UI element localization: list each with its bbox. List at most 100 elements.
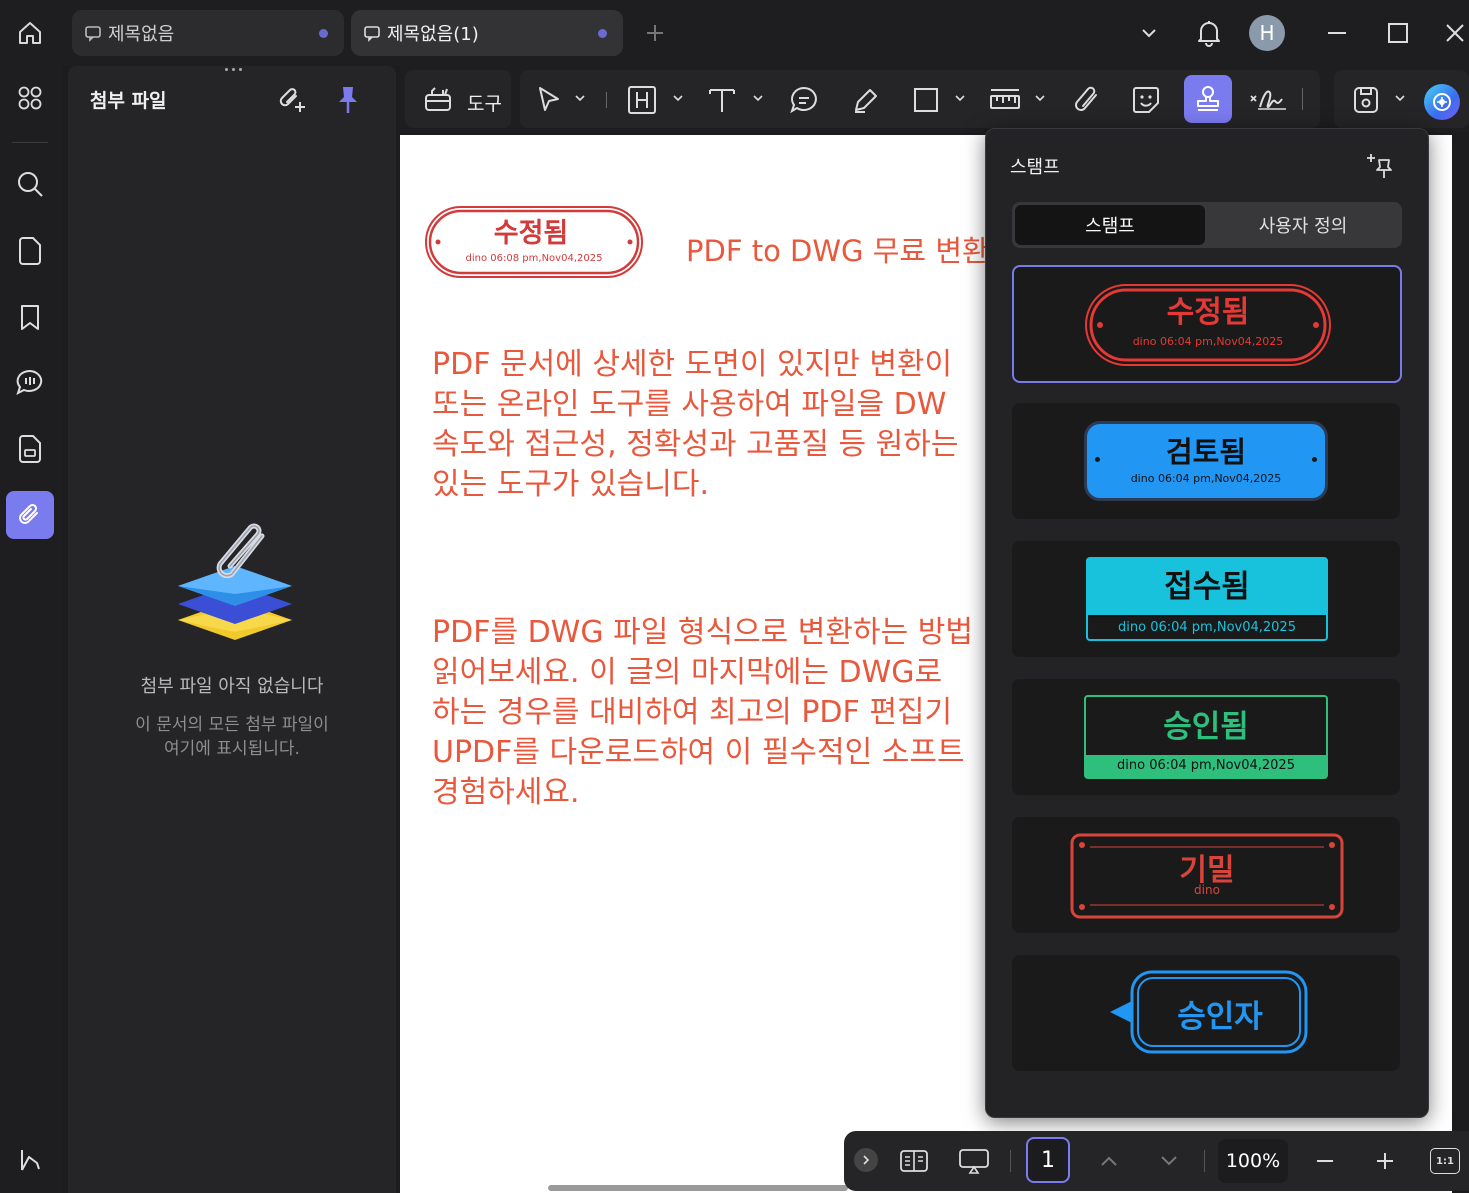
stamp-option-revised[interactable]: 수정됨 dino 06:04 pm,Nov04,2025 (1012, 265, 1402, 383)
comment-icon (363, 24, 381, 42)
zoom-out-icon[interactable] (1310, 1147, 1340, 1175)
zoom-level-field[interactable]: 100% (1218, 1139, 1288, 1183)
zoom-in-icon[interactable] (1370, 1147, 1400, 1175)
tab-label: 제목없음 (108, 24, 175, 45)
sticker-icon[interactable] (1130, 84, 1162, 116)
stamp-tabs: 스탬프 사용자 정의 (1012, 202, 1402, 248)
avatar-letter: H (1259, 21, 1275, 45)
stamp-subtitle: dino 06:04 pm,Nov04,2025 (1118, 620, 1296, 635)
chevron-right-icon[interactable] (854, 1148, 878, 1172)
page-icon[interactable] (6, 227, 54, 275)
attachments-panel: 첨부 파일 첨부 파일 아직 없습니다 이 문서의 모든 첨부 파일이 여기에 … (68, 66, 396, 1193)
paragraph-1-line: 있는 도구가 있습니다. (432, 467, 710, 502)
stamp-subtitle: dino 06:04 pm,Nov04,2025 (1130, 472, 1282, 485)
tab-label: 사용자 정의 (1258, 216, 1348, 237)
rectangle-icon[interactable] (910, 84, 942, 116)
home-icon[interactable] (8, 10, 52, 56)
presentation-icon[interactable] (956, 1145, 992, 1177)
stamp-subtitle: dino 06:04 pm,Nov04,2025 (1132, 335, 1284, 348)
pencil-icon[interactable] (850, 84, 882, 116)
chevron-down-icon[interactable] (1132, 16, 1166, 50)
heading-box-icon[interactable] (626, 84, 658, 116)
ai-assistant-icon[interactable] (1424, 84, 1460, 120)
comment-icon (84, 24, 102, 42)
paragraph-1-line: PDF 문서에 상세한 도면이 있지만 변환이 (432, 347, 953, 382)
divider (606, 92, 607, 108)
tab-document-2[interactable]: 제목없음(1) (351, 10, 623, 56)
chevron-down-icon[interactable] (1154, 1147, 1184, 1175)
stamp-title: 승인됨 (1163, 709, 1249, 745)
stamp-option-received[interactable]: 접수됨 dino 06:04 pm,Nov04,2025 (1012, 541, 1400, 657)
left-rail (0, 66, 62, 1193)
text-icon[interactable] (706, 84, 738, 116)
empty-title: 첨부 파일 아직 없습니다 (140, 676, 324, 697)
paragraph-1-line: 속도와 접근성, 정확성과 고품질 등 원하는 (432, 427, 959, 462)
tools-button[interactable]: 도구 (405, 70, 511, 128)
horizontal-scrollbar[interactable] (548, 1185, 848, 1191)
empty-attachments-illustration (172, 522, 298, 644)
empty-description-line1: 이 문서의 모든 첨부 파일이 (135, 715, 329, 735)
chevron-down-icon[interactable] (1032, 90, 1048, 106)
tab-custom[interactable]: 사용자 정의 (1208, 205, 1398, 245)
stamp-title: 수정됨 (493, 218, 569, 249)
stamp-panel: 스탬프 스탬프 사용자 정의 수정됨 dino 06:04 pm,Nov04,2… (985, 128, 1429, 1118)
add-attachment-icon[interactable] (274, 82, 310, 118)
stamp-option-reviewed[interactable]: 검토됨 dino 06:04 pm,Nov04,2025 (1012, 403, 1400, 519)
unsaved-dot (319, 29, 328, 38)
comments-icon[interactable] (6, 358, 54, 406)
page-number-input[interactable]: 1 (1026, 1137, 1070, 1183)
select-cursor-icon[interactable] (534, 84, 564, 114)
search-icon[interactable] (6, 160, 54, 208)
chevron-down-icon[interactable] (670, 90, 686, 106)
tab-document-1[interactable]: 제목없음 (72, 10, 344, 56)
stamp-subtitle: dino 06:04 pm,Nov04,2025 (1117, 758, 1295, 773)
chevron-down-icon[interactable] (750, 90, 766, 106)
actual-size-label: 1:1 (1436, 1155, 1454, 1167)
signature-icon[interactable] (1248, 84, 1288, 116)
new-tab-icon[interactable] (638, 16, 672, 50)
note-icon[interactable] (788, 84, 820, 116)
sidebar-toggle-icon[interactable] (6, 1136, 54, 1184)
pin-icon[interactable] (1360, 147, 1396, 183)
stamp-icon[interactable] (1184, 75, 1232, 123)
stamp-option-approver[interactable]: 승인자 (1012, 955, 1400, 1071)
measure-ruler-icon[interactable] (988, 84, 1022, 116)
minimize-icon[interactable] (1320, 16, 1354, 50)
close-icon[interactable] (1440, 16, 1469, 50)
maximize-icon[interactable] (1381, 16, 1415, 50)
paragraph-1-line: 또는 온라인 도구를 사용하여 파일을 DW (432, 387, 947, 422)
chevron-down-icon[interactable] (1392, 90, 1408, 106)
divider (1204, 1150, 1205, 1172)
drag-handle[interactable] (218, 68, 248, 76)
stamp-title: 승인자 (1177, 999, 1263, 1035)
annotation-toolbar: 도구 (400, 66, 1469, 132)
stamp-option-confidential[interactable]: 기밀 dino (1012, 817, 1400, 933)
bell-icon[interactable] (1190, 14, 1228, 52)
stamp-option-approved[interactable]: 승인됨 dino 06:04 pm,Nov04,2025 (1012, 679, 1400, 795)
zoom-level: 100% (1225, 1150, 1281, 1172)
tab-label: 제목없음(1) (387, 24, 479, 45)
toolbox-icon (423, 85, 453, 113)
paperclip-icon[interactable] (1072, 84, 1104, 116)
chevron-down-icon[interactable] (952, 90, 968, 106)
tool-group-right (1334, 70, 1469, 128)
actual-size-button[interactable]: 1:1 (1430, 1148, 1460, 1174)
chevron-up-icon[interactable] (1094, 1147, 1124, 1175)
divider (12, 142, 48, 143)
placed-stamp[interactable]: 수정됨 dino 06:08 pm,Nov04,2025 (424, 205, 644, 279)
reading-mode-icon[interactable] (896, 1145, 932, 1177)
thumbnails-icon[interactable] (6, 74, 54, 122)
paragraph-2-line: 경험하세요. (432, 775, 580, 810)
pin-icon[interactable] (330, 82, 366, 118)
chevron-down-icon[interactable] (572, 90, 588, 106)
stamp-subtitle: dino (1194, 883, 1220, 897)
tool-group (520, 70, 1320, 128)
tab-stamps[interactable]: 스탬프 (1015, 205, 1205, 245)
divider (1010, 1150, 1011, 1172)
attachment-icon[interactable] (6, 491, 54, 539)
avatar[interactable]: H (1249, 15, 1285, 51)
save-icon[interactable] (1350, 84, 1382, 116)
attachment-page-icon[interactable] (6, 425, 54, 473)
divider (1302, 88, 1303, 110)
bookmark-icon[interactable] (6, 293, 54, 341)
